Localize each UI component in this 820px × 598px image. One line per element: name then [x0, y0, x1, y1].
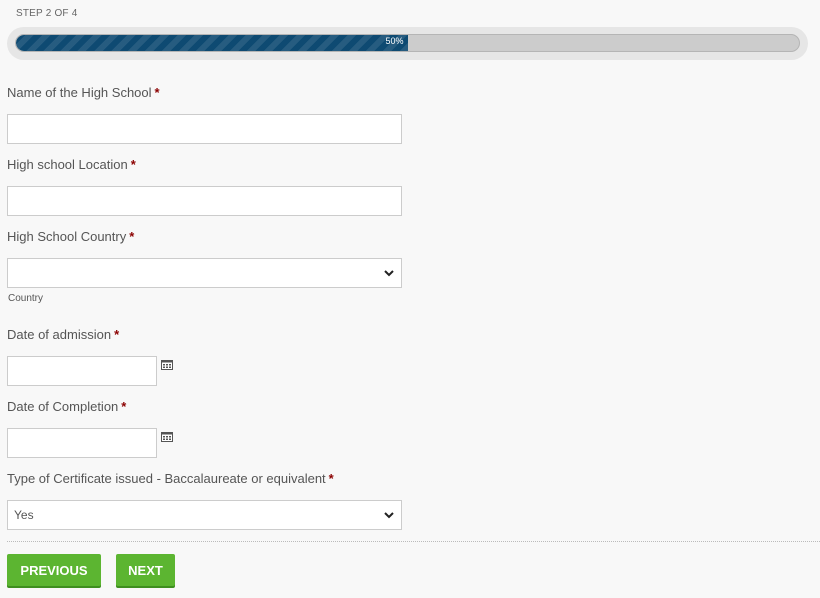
required-marker: *	[154, 85, 160, 100]
school-country-help: Country	[8, 293, 44, 304]
certificate-type-select[interactable]: Yes	[7, 500, 402, 530]
progress-bar-fill: 50%	[16, 35, 408, 51]
school-location-label: High school Location *	[7, 157, 136, 172]
chevron-down-icon	[384, 270, 394, 277]
required-marker: *	[130, 157, 136, 172]
admission-date-label: Date of admission *	[7, 327, 119, 342]
form-page: STEP 2 OF 4 50% Name of the High School *…	[0, 0, 820, 598]
school-name-input[interactable]	[7, 114, 402, 144]
next-button[interactable]: NEXT	[116, 554, 175, 586]
progress-percent: 50%	[385, 36, 404, 46]
school-name-label: Name of the High School *	[7, 85, 160, 100]
admission-date-input[interactable]	[7, 356, 157, 386]
form-divider	[7, 541, 820, 542]
certificate-type-label: Type of Certificate issued - Baccalaurea…	[7, 471, 334, 486]
school-name-label-text: Name of the High School	[7, 85, 152, 100]
school-country-label: High School Country *	[7, 229, 134, 244]
school-location-input[interactable]	[7, 186, 402, 216]
progress-bar-container: 50%	[7, 27, 808, 60]
required-marker: *	[121, 399, 127, 414]
step-indicator: STEP 2 OF 4	[16, 8, 78, 19]
completion-date-label-text: Date of Completion	[7, 399, 119, 414]
calendar-icon[interactable]	[161, 432, 173, 442]
completion-date-label: Date of Completion *	[7, 399, 126, 414]
progress-bar-track: 50%	[15, 34, 800, 52]
calendar-icon[interactable]	[161, 360, 173, 370]
required-marker: *	[129, 229, 135, 244]
admission-date-label-text: Date of admission	[7, 327, 112, 342]
school-country-select[interactable]	[7, 258, 402, 288]
chevron-down-icon	[384, 512, 394, 519]
school-location-label-text: High school Location	[7, 157, 128, 172]
required-marker: *	[328, 471, 334, 486]
required-marker: *	[114, 327, 120, 342]
certificate-type-select-value: Yes	[14, 508, 34, 522]
completion-date-input[interactable]	[7, 428, 157, 458]
certificate-type-label-text: Type of Certificate issued - Baccalaurea…	[7, 471, 326, 486]
school-country-label-text: High School Country	[7, 229, 127, 244]
previous-button[interactable]: PREVIOUS	[7, 554, 101, 586]
